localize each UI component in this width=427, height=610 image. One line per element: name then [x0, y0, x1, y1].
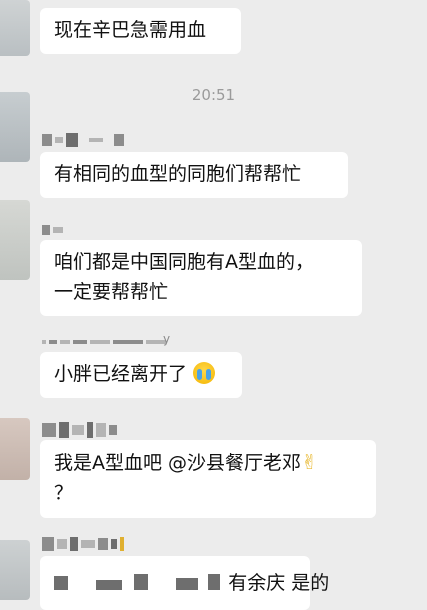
- message-bubble[interactable]: 小胖已经离开了: [40, 352, 242, 398]
- message-text: 现在辛巴急需用血: [54, 19, 207, 41]
- sender-name-redacted: [42, 536, 124, 552]
- redacted-block: [54, 569, 222, 599]
- timestamp: 20:51: [191, 86, 236, 104]
- message-bubble[interactable]: 现在辛巴急需用血: [40, 8, 241, 54]
- message-bubble[interactable]: 咱们都是中国同胞有A型血的， 一定要帮帮忙: [40, 240, 362, 316]
- message-text-line: ？: [54, 482, 74, 504]
- sender-name-fragment: y: [163, 332, 171, 346]
- sender-name-redacted: [42, 422, 117, 438]
- message-bubble[interactable]: 有相同的血型的同胞们帮帮忙: [40, 152, 348, 198]
- sender-name-redacted: [42, 132, 124, 148]
- message-bubble[interactable]: 有余庆 是的: [40, 556, 329, 610]
- avatar[interactable]: [0, 418, 30, 480]
- message-text-line: 咱们都是中国同胞有A型血的，: [54, 251, 314, 273]
- avatar[interactable]: [0, 200, 30, 280]
- avatar[interactable]: [0, 540, 30, 600]
- message-text: 有余庆 是的: [228, 572, 330, 594]
- avatar[interactable]: [0, 0, 30, 56]
- sender-name-redacted: [42, 334, 166, 350]
- message-bubble[interactable]: 我是A型血吧 @沙县餐厅老邓✌ ？: [40, 440, 376, 518]
- message-text: 小胖已经离开了: [54, 363, 188, 385]
- message-text-line: 我是A型血吧 @沙县餐厅老邓: [54, 452, 302, 474]
- victory-hand-icon: ✌: [301, 450, 318, 474]
- chat-window: 现在辛巴急需用血 20:51 有相同的血型的同胞们帮帮忙 咱们都是中国同胞有A型…: [0, 0, 427, 610]
- message-text-line: 一定要帮帮忙: [54, 281, 169, 303]
- message-text: 有相同的血型的同胞们帮帮忙: [54, 163, 302, 185]
- message-line: 我是A型血吧 @沙县餐厅老邓✌: [54, 447, 362, 478]
- crying-face-icon: [193, 362, 216, 384]
- sender-name-redacted: [42, 222, 63, 238]
